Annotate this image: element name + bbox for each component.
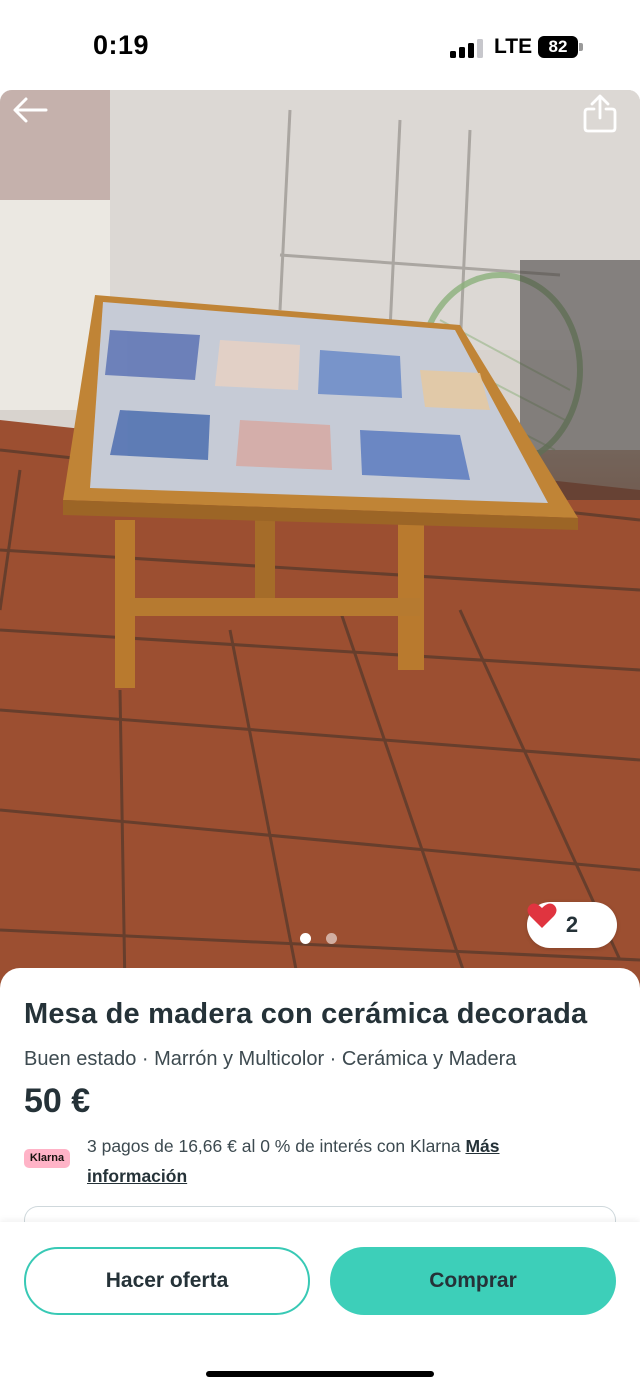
listing-info: Mesa de madera con cerámica decorada Bue… [0,968,640,1246]
likes-count: 2 [565,912,579,937]
heart-icon [527,903,557,928]
back-arrow-icon [13,97,48,123]
signal-icon [450,38,486,58]
favorite-button[interactable]: 2 [527,902,617,948]
share-icon [583,94,617,133]
buy-button[interactable]: Comprar [330,1247,616,1315]
home-indicator [206,1371,434,1377]
make-offer-button[interactable]: Hacer oferta [24,1247,310,1315]
network-type: LTE [494,35,533,58]
battery-tip [579,43,583,51]
klarna-logo: Klarna [24,1149,70,1168]
listing-price: 50 € [24,1082,91,1120]
status-time: 0:19 [93,30,150,60]
klarna-financing-text: 3 pagos de 16,66 € al 0 % de interés con… [87,1131,537,1191]
status-bar: 0:19 LTE 82 [0,0,640,90]
pagination-dot-2[interactable] [326,933,337,944]
product-photo-illustration [0,90,640,990]
klarna-terms: 3 pagos de 16,66 € al 0 % de interés con… [87,1136,466,1156]
listing-title: Mesa de madera con cerámica decorada [24,998,588,1030]
share-button[interactable] [582,94,626,138]
photo-pagination[interactable] [300,933,340,945]
bottom-action-bar: Hacer oferta Comprar [0,1222,640,1390]
pagination-dot-1[interactable] [300,933,311,944]
back-button[interactable] [12,96,56,140]
listing-attributes: Buen estado · Marrón y Multicolor · Cerá… [24,1048,517,1070]
battery-icon: 82 [538,36,578,58]
product-photo[interactable]: 2 [0,90,640,990]
